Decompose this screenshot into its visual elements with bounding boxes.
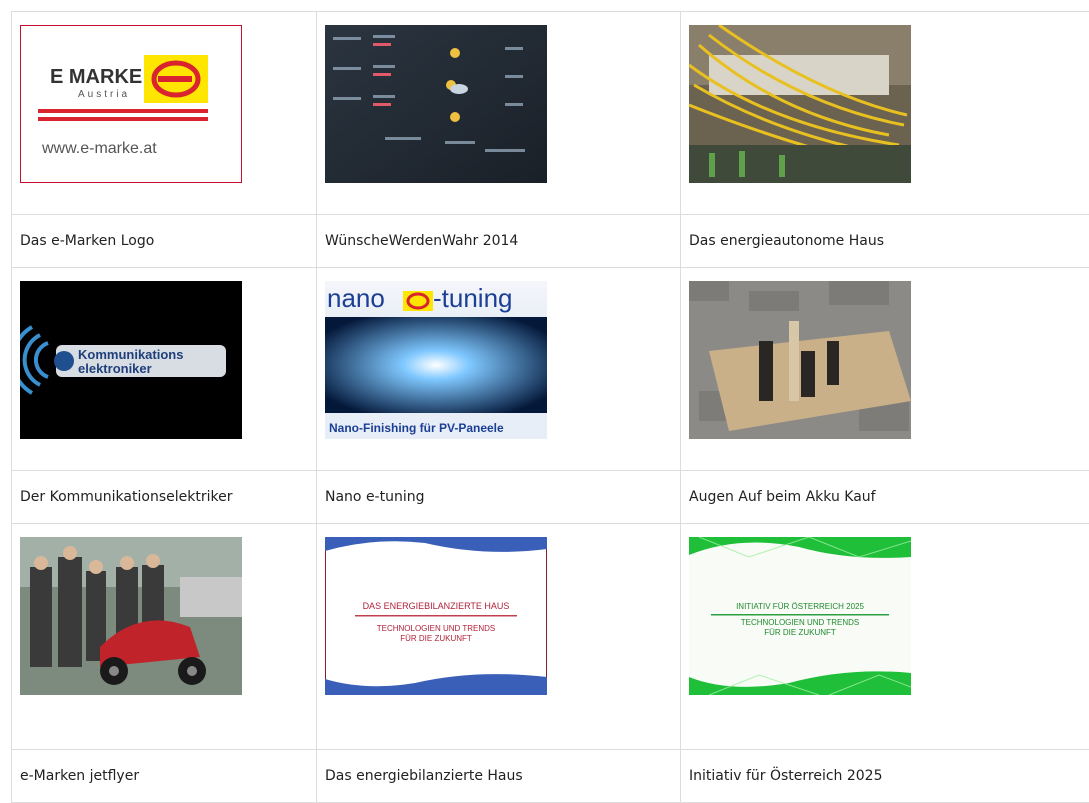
energiebilanzierte-haus-thumbnail[interactable]: DAS ENERGIEBILANZIERTE HAUS TECHNOLOGIEN…: [325, 537, 547, 695]
thumb-text: INITIATIV FÜR ÖSTERREICH 2025: [736, 602, 864, 611]
thumb-text: FÜR DIE ZUKUNFT: [764, 628, 836, 637]
jetflyer-thumbnail[interactable]: [20, 537, 242, 695]
initiativ-oesterreich-image: INITIATIV FÜR ÖSTERREICH 2025 TECHNOLOGI…: [689, 537, 911, 695]
thumb-text: E MARKE: [50, 66, 142, 88]
caption-cell: WünscheWerdenWahr 2014: [317, 215, 681, 268]
thumb-text: www.e-marke.at: [41, 140, 157, 157]
video-caption[interactable]: e-Marken jetflyer: [12, 767, 316, 785]
video-caption[interactable]: Das e-Marken Logo: [12, 232, 316, 250]
gallery-cell: E MARKE Austria www.e-marke.at: [12, 12, 317, 215]
gallery-cell: [12, 524, 317, 750]
caption-cell: Nano e-tuning: [317, 471, 681, 524]
nano-etuning-thumbnail[interactable]: nano -tuning Nano-Finishing für PV-Panee…: [325, 281, 547, 439]
kommunikationselektroniker-logo-image: Kommunikations elektroniker: [20, 281, 242, 439]
cable-rack-image: [689, 25, 911, 183]
emarke-logo-image: E MARKE Austria www.e-marke.at: [20, 25, 242, 183]
video-caption[interactable]: Das energiebilanzierte Haus: [317, 767, 680, 785]
gallery-cell: Kommunikations elektroniker: [12, 268, 317, 471]
thumb-text: FÜR DIE ZUKUNFT: [400, 634, 472, 643]
nano-etuning-image: nano -tuning Nano-Finishing für PV-Panee…: [325, 281, 547, 439]
video-caption[interactable]: Augen Auf beim Akku Kauf: [681, 488, 1089, 506]
caption-cell: Augen Auf beim Akku Kauf: [681, 471, 1089, 524]
gallery-cell: [681, 12, 1089, 215]
battery-demo-image: [689, 281, 911, 439]
caption-cell: Das energiebilanzierte Haus: [317, 750, 681, 803]
thumb-text: TECHNOLOGIEN UND TRENDS: [377, 624, 496, 633]
gallery-cell: nano -tuning Nano-Finishing für PV-Panee…: [317, 268, 681, 471]
wuensche-thumbnail[interactable]: [325, 25, 547, 183]
thumb-text: Nano-Finishing für PV-Paneele: [329, 421, 504, 435]
gallery-cell: [317, 12, 681, 215]
gallery-cell: DAS ENERGIEBILANZIERTE HAUS TECHNOLOGIEN…: [317, 524, 681, 750]
initiativ-oesterreich-thumbnail[interactable]: INITIATIV FÜR ÖSTERREICH 2025 TECHNOLOGI…: [689, 537, 911, 695]
gallery-cell: [681, 268, 1089, 471]
caption-cell: Der Kommunikationselektriker: [12, 471, 317, 524]
thumb-text: nano: [327, 283, 385, 313]
energieautonome-haus-thumbnail[interactable]: [689, 25, 911, 183]
jetflyer-image: [20, 537, 242, 695]
video-caption[interactable]: WünscheWerdenWahr 2014: [317, 232, 680, 250]
kommunikationselektriker-thumbnail[interactable]: Kommunikations elektroniker: [20, 281, 242, 439]
thumb-text: elektroniker: [78, 361, 152, 376]
weather-display-image: [325, 25, 547, 183]
video-gallery-table: E MARKE Austria www.e-marke.at: [11, 11, 1089, 803]
caption-cell: Das energieautonome Haus: [681, 215, 1089, 268]
emarke-logo-thumbnail[interactable]: E MARKE Austria www.e-marke.at: [20, 25, 242, 183]
akku-kauf-thumbnail[interactable]: [689, 281, 911, 439]
video-caption[interactable]: Initiativ für Österreich 2025: [681, 767, 1089, 785]
caption-cell: Initiativ für Österreich 2025: [681, 750, 1089, 803]
thumb-text: Austria: [78, 89, 130, 100]
thumb-text: -tuning: [433, 283, 513, 313]
thumb-text: DAS ENERGIEBILANZIERTE HAUS: [363, 601, 510, 611]
thumb-text: Kommunikations: [78, 347, 183, 362]
caption-cell: e-Marken jetflyer: [12, 750, 317, 803]
caption-cell: Das e-Marken Logo: [12, 215, 317, 268]
video-caption[interactable]: Das energieautonome Haus: [681, 232, 1089, 250]
energiebilanzierte-haus-image: DAS ENERGIEBILANZIERTE HAUS TECHNOLOGIEN…: [325, 537, 547, 695]
video-caption[interactable]: Der Kommunikationselektriker: [12, 488, 316, 506]
video-caption[interactable]: Nano e-tuning: [317, 488, 680, 506]
gallery-cell: INITIATIV FÜR ÖSTERREICH 2025 TECHNOLOGI…: [681, 524, 1089, 750]
thumb-text: TECHNOLOGIEN UND TRENDS: [741, 618, 860, 627]
